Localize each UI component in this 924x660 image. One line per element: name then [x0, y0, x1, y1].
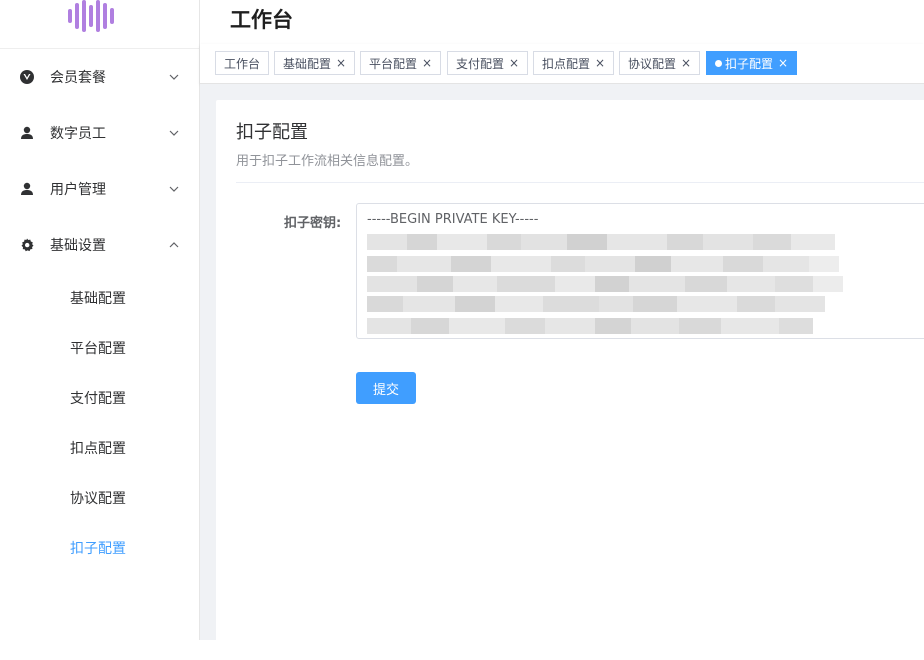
close-icon[interactable]: ×: [336, 56, 346, 70]
tag-agreement-config[interactable]: 协议配置 ×: [619, 51, 701, 75]
tag-label: 扣子配置: [725, 56, 774, 71]
card-title: 扣子配置: [236, 122, 308, 143]
sidebar: 会员套餐 数字员工 用户管理 基础设置 基础配置 平台配置 支付配置 扣点配置 …: [0, 0, 200, 640]
chevron-down-icon: [168, 127, 180, 139]
sidebar-item-label: 会员套餐: [50, 70, 106, 86]
sidebar-subitem-label: 扣子配置: [70, 541, 126, 557]
sidebar-item-label: 基础设置: [50, 238, 106, 254]
redacted-text: [367, 256, 839, 272]
redacted-text: [367, 234, 835, 250]
sidebar-subitem-coze-config[interactable]: 扣子配置: [0, 523, 199, 573]
close-icon[interactable]: ×: [778, 56, 788, 70]
tag-label: 支付配置: [456, 56, 505, 71]
card-description: 用于扣子工作流相关信息配置。: [236, 154, 419, 169]
sidebar-subitem-payment-config[interactable]: 支付配置: [0, 373, 199, 423]
sidebar-item-membership[interactable]: 会员套餐: [0, 49, 199, 105]
sidebar-item-user-management[interactable]: 用户管理: [0, 161, 199, 217]
close-icon[interactable]: ×: [681, 56, 691, 70]
sidebar-subitem-label: 平台配置: [70, 341, 126, 357]
close-icon[interactable]: ×: [509, 56, 519, 70]
sidebar-subitem-label: 协议配置: [70, 491, 126, 507]
tag-label: 平台配置: [369, 56, 418, 71]
redacted-text: [367, 296, 825, 312]
tag-label: 协议配置: [628, 56, 677, 71]
logo-waveform-icon: [68, 0, 114, 32]
tag-label: 基础配置: [283, 56, 332, 71]
close-icon[interactable]: ×: [422, 56, 432, 70]
sidebar-subitem-platform-config[interactable]: 平台配置: [0, 323, 199, 373]
chevron-down-icon: [168, 71, 180, 83]
tag-label: 工作台: [224, 56, 261, 71]
redacted-text: [367, 276, 843, 292]
tag-platform-config[interactable]: 平台配置 ×: [360, 51, 442, 75]
sidebar-subitem-label: 支付配置: [70, 391, 126, 407]
chevron-up-icon: [168, 239, 180, 251]
user-icon: [20, 126, 34, 140]
submit-button[interactable]: 提交: [356, 372, 416, 404]
tags-view-bar: 工作台 基础配置 × 平台配置 × 支付配置 × 扣点配置 × 协议配置 × 扣…: [200, 44, 924, 84]
tag-basic-config[interactable]: 基础配置 ×: [274, 51, 356, 75]
divider: [236, 182, 924, 183]
tag-coze-config[interactable]: 扣子配置 ×: [706, 51, 798, 75]
close-icon[interactable]: ×: [595, 56, 605, 70]
sidebar-subitem-agreement-config[interactable]: 协议配置: [0, 473, 199, 523]
sidebar-item-digital-staff[interactable]: 数字员工: [0, 105, 199, 161]
sidebar-subitem-basic-config[interactable]: 基础配置: [0, 273, 199, 323]
redacted-text: [367, 318, 813, 334]
tag-workbench[interactable]: 工作台: [215, 51, 270, 75]
top-header: 工作台: [200, 0, 924, 45]
tag-deduction-config[interactable]: 扣点配置 ×: [533, 51, 615, 75]
sidebar-item-label: 数字员工: [50, 126, 106, 142]
chevron-down-icon: [168, 183, 180, 195]
config-card: 扣子配置 用于扣子工作流相关信息配置。 扣子密钥: -----BEGIN PRI…: [216, 100, 924, 660]
active-dot-icon: [715, 59, 722, 67]
gear-icon: [20, 238, 34, 252]
tag-label: 扣点配置: [542, 56, 591, 71]
app-logo[interactable]: [0, 0, 199, 49]
user-icon: [20, 182, 34, 196]
vuejs-icon: [20, 70, 34, 84]
sidebar-subitem-deduction-config[interactable]: 扣点配置: [0, 423, 199, 473]
sidebar-item-basic-settings[interactable]: 基础设置: [0, 217, 199, 273]
sidebar-item-label: 用户管理: [50, 182, 106, 198]
page-title: 工作台: [230, 8, 293, 32]
sidebar-subitem-label: 基础配置: [70, 291, 126, 307]
private-key-text: -----BEGIN PRIVATE KEY-----: [367, 212, 539, 227]
key-field-label: 扣子密钥:: [284, 216, 342, 231]
private-key-textarea[interactable]: -----BEGIN PRIVATE KEY-----: [356, 203, 924, 339]
sidebar-subitem-label: 扣点配置: [70, 441, 126, 457]
tag-payment-config[interactable]: 支付配置 ×: [447, 51, 529, 75]
